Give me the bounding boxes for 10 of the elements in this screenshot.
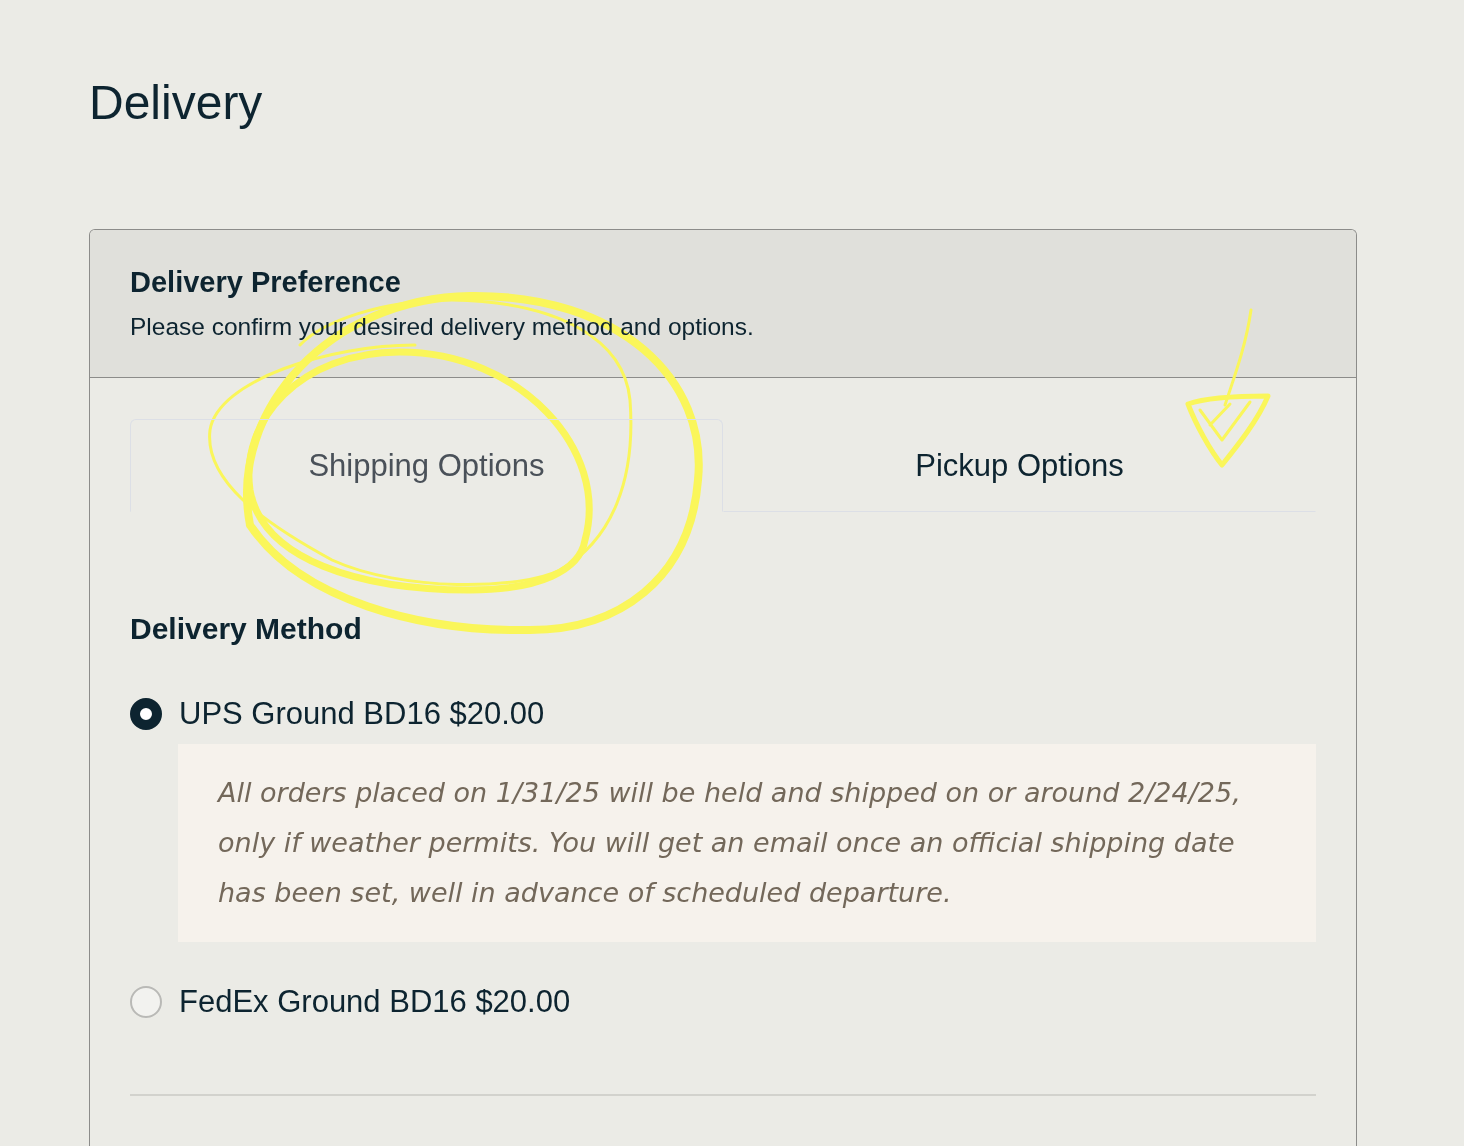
shipping-notice: All orders placed on 1/31/25 will be held and shipped on or around 2/24/25, only if weather permits. You will get an email once an official shipping date has been set, well in advance of scheduled departure. [178,744,1316,942]
tab[interactable]: Shipping Options [130,419,723,512]
option-label[interactable]: UPS Ground BD16 $20.00 [179,694,545,734]
section-heading: Delivery Method [130,611,362,647]
radio-button[interactable] [130,986,162,1018]
option-label[interactable]: FedEx Ground BD16 $20.00 [179,982,571,1022]
page-title: Delivery [89,75,263,131]
panel-title: Delivery Preference [130,265,401,300]
tab[interactable]: Pickup Options [723,419,1316,512]
radio-button[interactable] [130,698,162,730]
